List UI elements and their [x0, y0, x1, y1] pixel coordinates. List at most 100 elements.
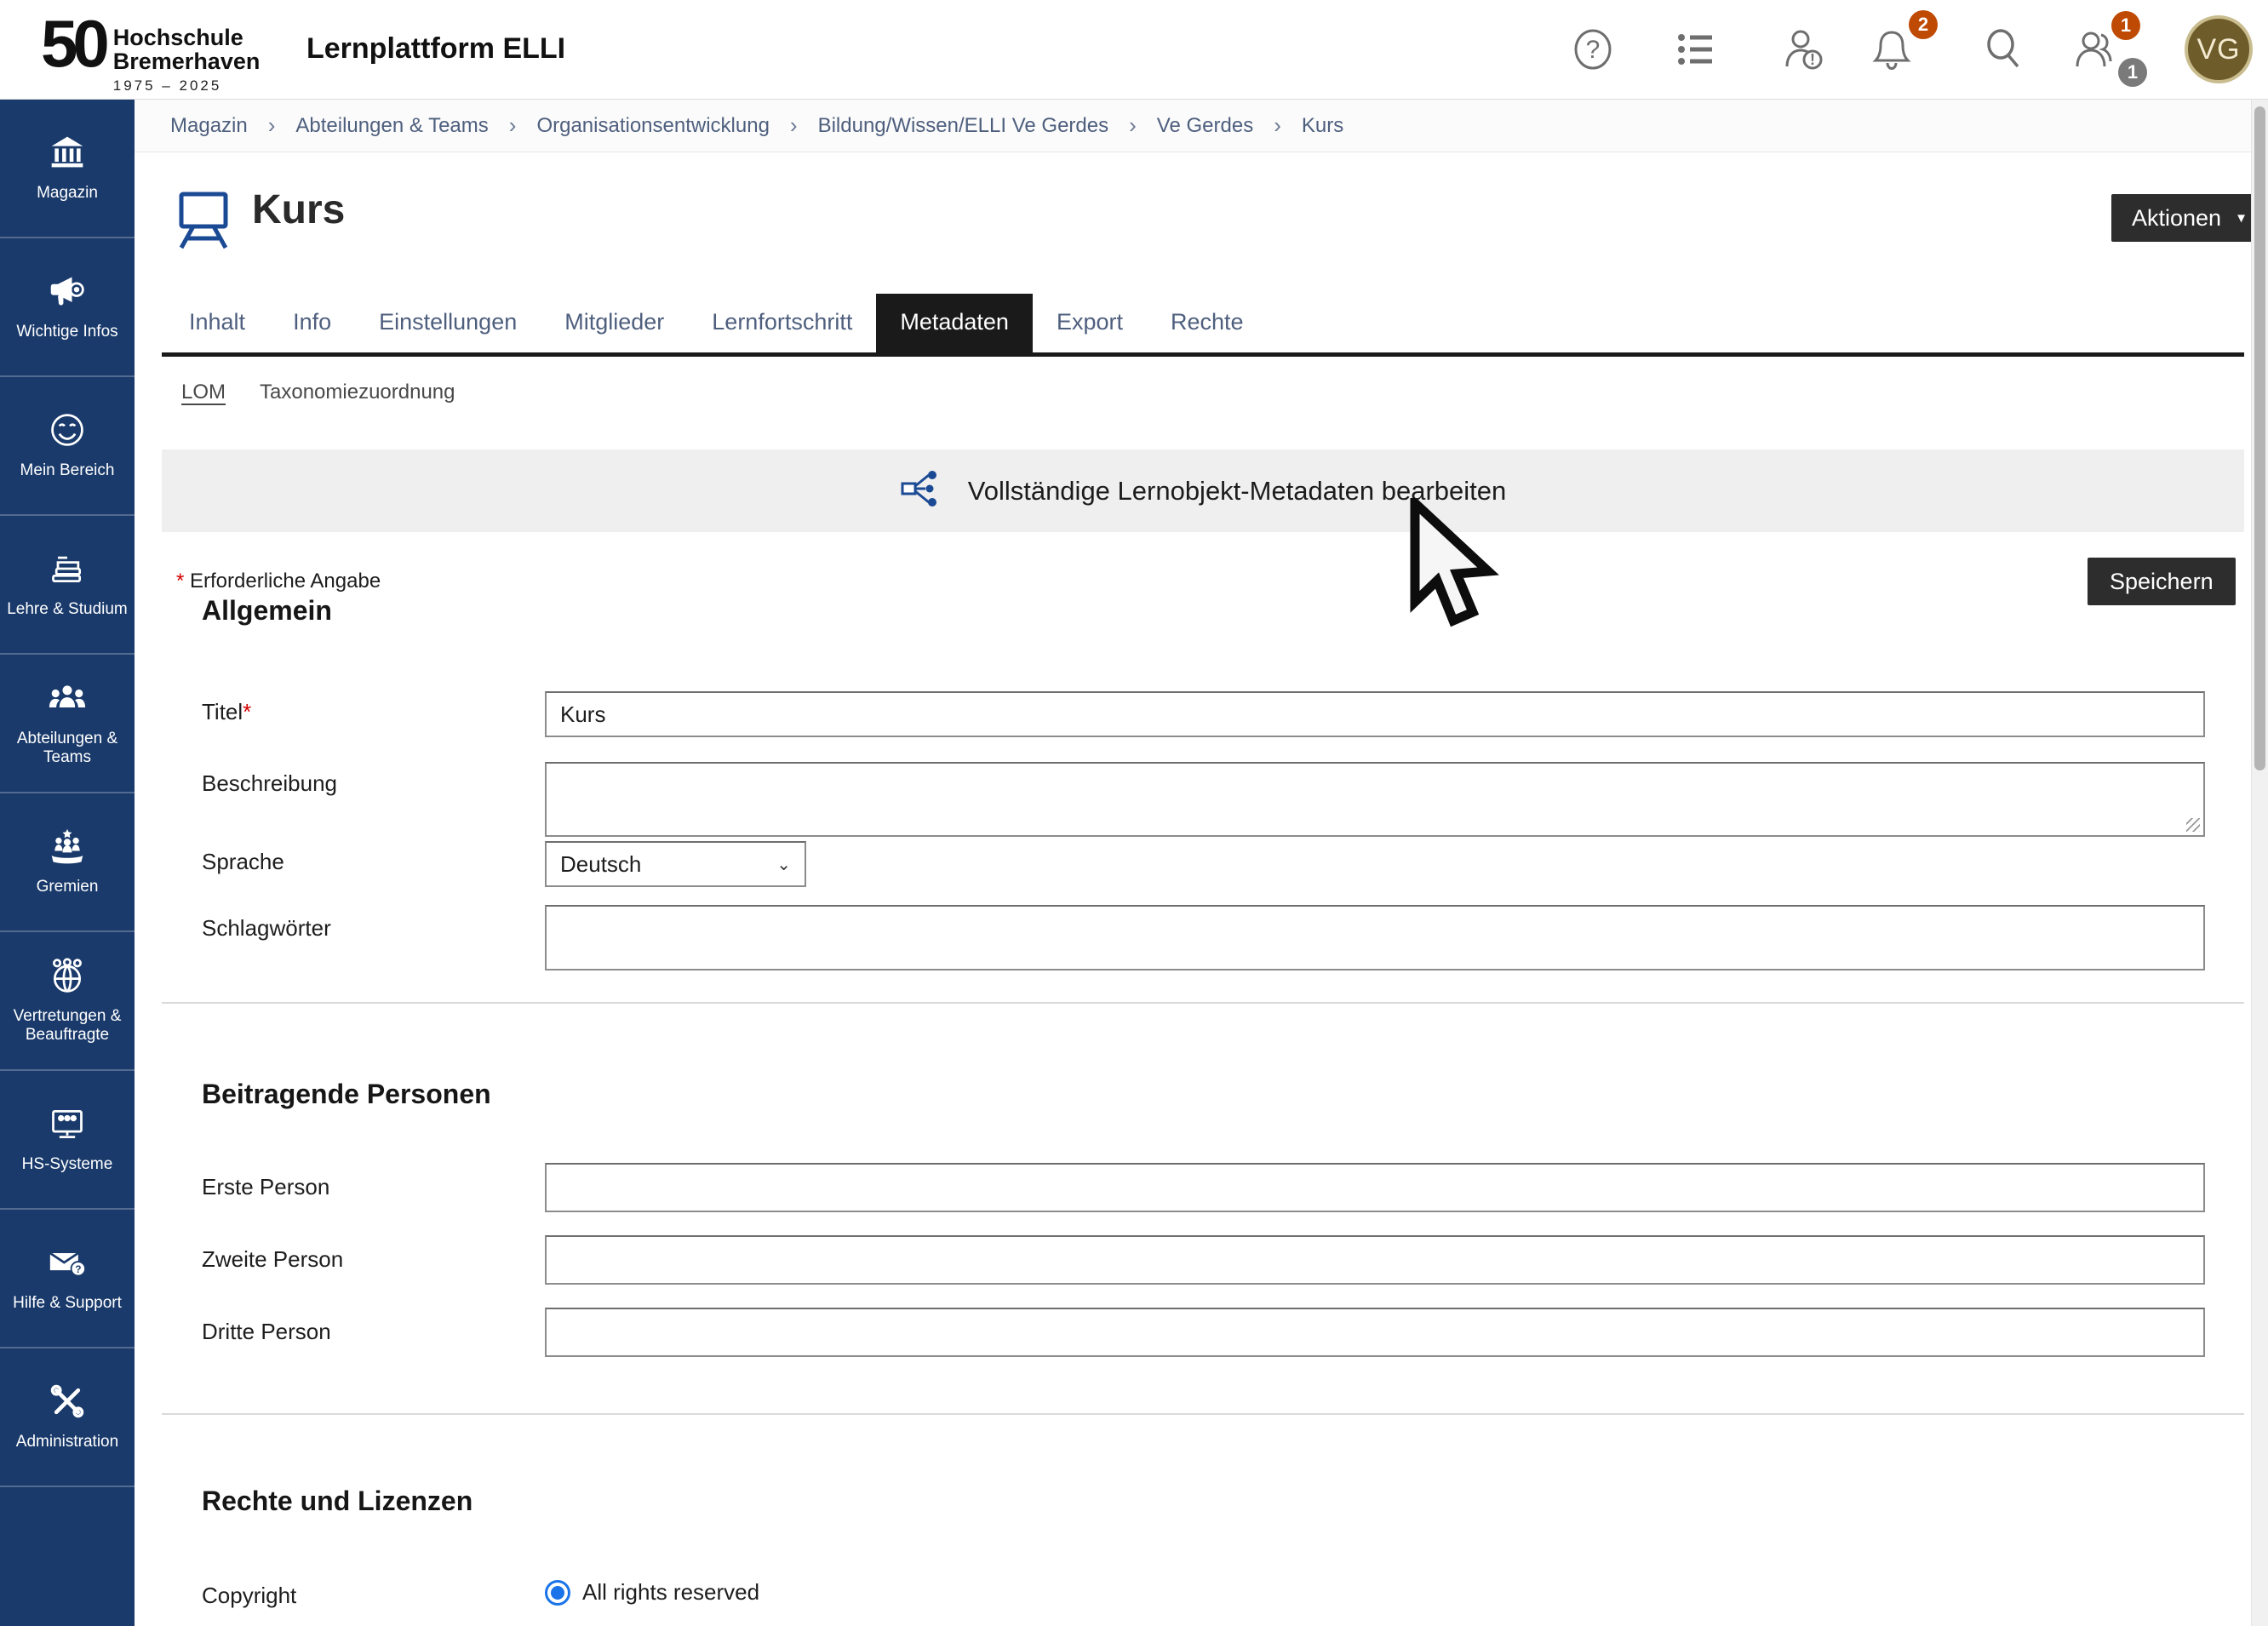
edit-full-metadata-banner[interactable]: Vollständige Lernobjekt-Metadaten bearbe… [162, 449, 2244, 532]
breadcrumb-item[interactable]: Magazin [170, 114, 248, 138]
breadcrumb: Magazin › Abteilungen & Teams › Organisa… [135, 100, 2251, 152]
zweite-person-label: Zweite Person [202, 1246, 343, 1273]
avatar[interactable]: VG [2185, 15, 2253, 83]
breadcrumb-item[interactable]: Abteilungen & Teams [295, 114, 488, 138]
search-icon[interactable] [1980, 26, 2028, 73]
sidebar-item-label: Hilfe & Support [13, 1294, 122, 1313]
tab-rechte[interactable]: Rechte [1147, 294, 1268, 352]
app-title: Lernplattform ELLI [306, 32, 565, 66]
sidebar-item-label: Magazin [37, 184, 98, 203]
titel-label: Titel* [202, 699, 251, 725]
dritte-person-input[interactable] [545, 1308, 2205, 1357]
sprache-label: Sprache [202, 849, 284, 875]
monitor-icon [49, 1105, 86, 1147]
tab-einstellungen[interactable]: Einstellungen [355, 294, 541, 352]
tab-metadaten[interactable]: Metadaten [876, 294, 1033, 352]
tab-info[interactable]: Info [269, 294, 355, 352]
zweite-person-input[interactable] [545, 1235, 2205, 1285]
copyright-radio-label: All rights reserved [582, 1579, 759, 1606]
todo-list-icon[interactable] [1671, 26, 1719, 73]
erste-person-input[interactable] [545, 1163, 2205, 1212]
copyright-radio-row: All rights reserved [545, 1579, 759, 1606]
breadcrumb-item[interactable]: Kurs [1302, 114, 1343, 138]
scrollbar-thumb[interactable] [2254, 106, 2265, 770]
mail-question-icon: ? [49, 1244, 86, 1285]
subtab-bar: LOM Taxonomiezuordnung [181, 381, 455, 404]
sidebar-item-administration[interactable]: Administration [0, 1348, 135, 1487]
sidebar-item-hilfe-support[interactable]: ? Hilfe & Support [0, 1210, 135, 1348]
breadcrumb-separator: › [1274, 112, 1281, 139]
notifications-bell-icon[interactable] [1868, 26, 1916, 73]
breadcrumb-item[interactable]: Bildung/Wissen/ELLI Ve Gerdes [818, 114, 1109, 138]
main-navigation-sidebar: Magazin Wichtige Infos Mein Bereich Lehr… [0, 100, 135, 1626]
sidebar-item-label: Administration [16, 1433, 118, 1451]
subtab-taxonomiezuordnung[interactable]: Taxonomiezuordnung [260, 381, 455, 404]
sidebar-item-label: Mein Bereich [20, 461, 115, 480]
breadcrumb-separator: › [268, 112, 276, 139]
tab-bar: Inhalt Info Einstellungen Mitglieder Ler… [162, 294, 2244, 357]
sidebar-item-label: Gremien [37, 878, 99, 896]
beschreibung-textarea[interactable] [545, 762, 2205, 837]
required-asterisk: * [176, 570, 184, 593]
copyright-radio[interactable] [545, 1580, 570, 1606]
section-heading-beitragende: Beitragende Personen [202, 1079, 491, 1110]
sidebar-item-hs-systeme[interactable]: HS-Systeme [0, 1071, 135, 1210]
copyright-label: Copyright [202, 1583, 296, 1609]
svg-text:?: ? [1586, 36, 1601, 64]
sidebar-item-label: HS-Systeme [22, 1155, 113, 1174]
smiley-icon [49, 411, 86, 453]
contacts-badge-bottom: 1 [2118, 58, 2147, 87]
sidebar-item-wichtige-infos[interactable]: Wichtige Infos [0, 238, 135, 377]
contacts-badge-top: 1 [2111, 11, 2140, 40]
sidebar-item-mein-bereich[interactable]: Mein Bereich [0, 377, 135, 516]
notifications-badge: 2 [1909, 10, 1938, 39]
svg-text:?: ? [75, 1263, 81, 1275]
breadcrumb-item[interactable]: Organisationsentwicklung [536, 114, 769, 138]
sprache-select[interactable]: Deutsch ⌄ [545, 841, 806, 887]
tab-inhalt[interactable]: Inhalt [165, 294, 269, 352]
logo-line1: Hochschule [113, 26, 261, 49]
sidebar-item-vertretungen[interactable]: Vertretungen & Beauftragte [0, 932, 135, 1071]
sprache-selected-value: Deutsch [560, 851, 641, 878]
who-is-online-icon[interactable]: ! [1780, 26, 1828, 73]
page-title: Kurs [252, 186, 345, 233]
people-group-icon [49, 679, 86, 721]
section-divider [162, 1002, 2244, 1004]
subtab-lom[interactable]: LOM [181, 381, 226, 404]
schlagwoerter-label: Schlagwörter [202, 915, 331, 942]
sidebar-item-gremien[interactable]: Gremien [0, 793, 135, 932]
sidebar-item-abteilungen-teams[interactable]: Abteilungen & Teams [0, 655, 135, 793]
tab-export[interactable]: Export [1033, 294, 1147, 352]
sidebar-item-label: Vertretungen & Beauftragte [4, 1007, 130, 1045]
logo-line2: Bremerhaven [113, 49, 261, 73]
actions-button-label: Aktionen [2132, 205, 2221, 232]
save-button[interactable]: Speichern [2088, 558, 2236, 605]
breadcrumb-separator: › [509, 112, 517, 139]
university-logo: 50 Hochschule Bremerhaven 1975 – 2025 [41, 10, 260, 94]
tab-lernfortschritt[interactable]: Lernfortschritt [688, 294, 876, 352]
vertical-scrollbar [2251, 100, 2268, 1626]
chevron-down-icon: ▼ [2235, 212, 2248, 225]
sidebar-item-label: Wichtige Infos [16, 323, 117, 341]
main-content: Magazin › Abteilungen & Teams › Organisa… [135, 100, 2251, 1626]
tab-mitglieder[interactable]: Mitglieder [541, 294, 688, 352]
logo-50: 50 [41, 10, 105, 77]
course-easel-icon [175, 190, 232, 251]
help-icon[interactable]: ? [1569, 26, 1617, 73]
tools-icon [49, 1383, 86, 1424]
breadcrumb-separator: › [1129, 112, 1137, 139]
chevron-down-icon: ⌄ [776, 854, 791, 875]
section-heading-rechte: Rechte und Lizenzen [202, 1486, 472, 1517]
textarea-resize-handle[interactable] [2186, 818, 2200, 832]
svg-text:!: ! [1810, 51, 1815, 68]
schlagwoerter-input[interactable] [545, 905, 2205, 970]
breadcrumb-item[interactable]: Ve Gerdes [1157, 114, 1253, 138]
header: 50 Hochschule Bremerhaven 1975 – 2025 Le… [0, 0, 2268, 100]
committee-icon [49, 827, 86, 869]
megaphone-icon [49, 272, 86, 314]
globe-people-icon [49, 957, 86, 999]
titel-input[interactable] [545, 691, 2205, 737]
sidebar-item-lehre-studium[interactable]: Lehre & Studium [0, 516, 135, 655]
sidebar-item-magazin[interactable]: Magazin [0, 100, 135, 238]
actions-button[interactable]: Aktionen ▼ [2111, 194, 2268, 242]
